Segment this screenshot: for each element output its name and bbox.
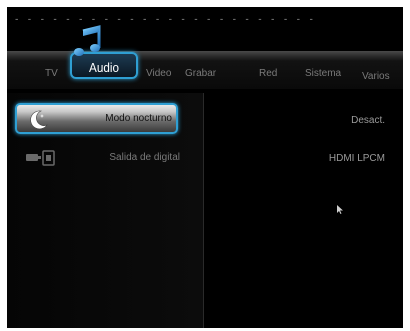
tab-sistema[interactable]: Sistema (305, 68, 341, 79)
setting-label-digital-output: Salida de digital (109, 152, 180, 163)
setting-value-digital-output[interactable]: HDMI LPCM (329, 153, 385, 164)
music-note-icon (74, 25, 101, 56)
moon-icon (30, 110, 48, 130)
tab-varios[interactable]: Varios (362, 71, 390, 82)
tab-grabar[interactable]: Grabar (185, 68, 216, 79)
tab-red[interactable]: Red (259, 68, 277, 79)
tab-audio-label: Audio (89, 60, 119, 75)
top-dashes: - - - - - - - - - - - - - - - - - - - - … (14, 15, 315, 25)
setting-row-night-mode[interactable]: Modo nocturno (15, 103, 178, 134)
tab-tv[interactable]: TV (45, 68, 58, 79)
setting-value-night-mode[interactable]: Desact. (351, 115, 385, 126)
setting-row-digital-output[interactable]: Salida de digital (17, 146, 180, 170)
pointer-cursor-icon (337, 205, 343, 214)
digital-output-icon (26, 150, 55, 166)
setting-label-night-mode: Modo nocturno (105, 113, 172, 124)
menu-screen: - - - - - - - - - - - - - - - - - - - - … (7, 7, 403, 328)
tab-video[interactable]: Video (146, 68, 171, 79)
